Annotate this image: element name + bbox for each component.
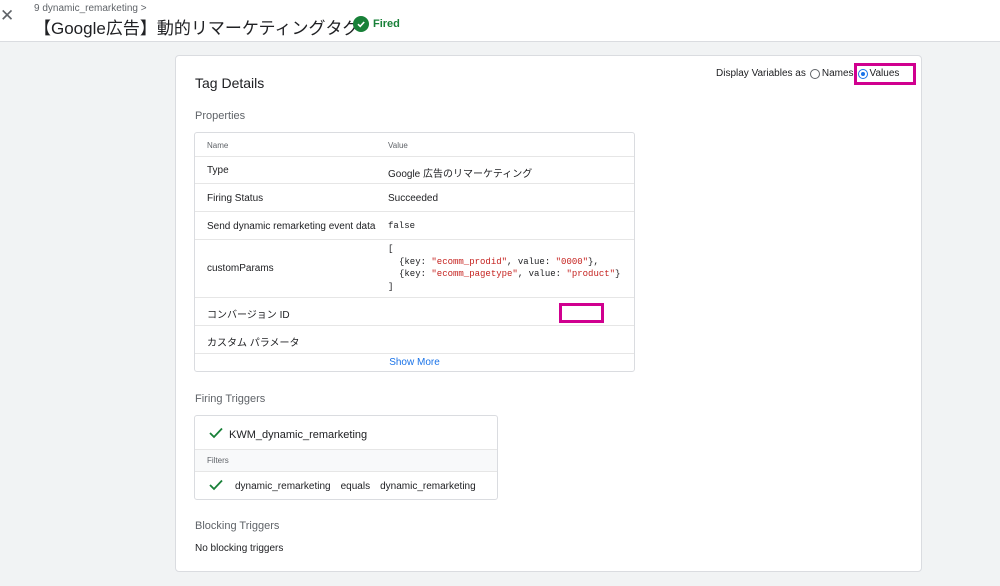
row-name: コンバージョン ID [207, 310, 290, 321]
code-close-bracket: ] [388, 282, 394, 292]
table-row: Type Google 広告のリマーケティング [195, 157, 634, 184]
code-open-bracket: [ [388, 244, 394, 254]
firing-triggers-card: KWM_dynamic_remarketing Filters dynamic_… [194, 415, 498, 500]
names-radio-label[interactable]: Names [822, 68, 854, 79]
breadcrumb[interactable]: 9 dynamic_remarketing > [34, 3, 147, 14]
filter-value: dynamic_remarketing [380, 481, 476, 492]
page-title: 【Google広告】動的リマーケティングタグ [34, 19, 360, 38]
prodid-value: "0000" [555, 257, 589, 267]
row-value: false [388, 221, 416, 231]
display-variables-label: Display Variables as [716, 68, 806, 79]
table-header: Name Value [195, 133, 634, 157]
trigger-row[interactable]: KWM_dynamic_remarketing [209, 426, 367, 444]
firing-triggers-section-label: Firing Triggers [195, 393, 266, 405]
filter-variable: dynamic_remarketing [235, 481, 331, 492]
row-name: カスタム パラメータ [207, 338, 300, 349]
column-header-name: Name [207, 141, 229, 150]
card-title: Tag Details [195, 75, 265, 91]
highlight-box-values [854, 63, 916, 85]
row-name: Firing Status [207, 193, 264, 204]
row-name: Send dynamic remarketing event data [207, 221, 376, 232]
filters-label: Filters [207, 456, 229, 465]
filters-header: Filters [195, 449, 497, 472]
status-badge: Fired [353, 16, 400, 32]
trigger-name: KWM_dynamic_remarketing [229, 429, 368, 441]
code-line-prodid: {key: "ecomm_prodid", value: "0000"}, [399, 257, 599, 267]
header: ✕ 9 dynamic_remarketing > 【Google広告】動的リマ… [0, 0, 1000, 42]
highlight-box-prodid [559, 303, 604, 323]
properties-section-label: Properties [195, 110, 246, 122]
blocking-triggers-section-label: Blocking Triggers [195, 520, 280, 532]
close-icon[interactable]: ✕ [0, 7, 14, 24]
show-more-link[interactable]: Show More [195, 357, 634, 368]
status-label: Fired [373, 18, 400, 30]
checkmark-icon [209, 479, 223, 494]
row-name: Type [207, 165, 229, 176]
checkmark-icon [209, 426, 223, 444]
code-line-pagetype: {key: "ecomm_pagetype", value: "product"… [399, 269, 621, 279]
table-row: Firing Status Succeeded [195, 184, 634, 212]
table-row: Send dynamic remarketing event data fals… [195, 212, 634, 240]
row-value: Succeeded [388, 193, 439, 204]
check-circle-icon [353, 16, 369, 32]
row-name: customParams [207, 263, 274, 274]
table-row: customParams [ {key: "ecomm_prodid", val… [195, 240, 634, 298]
properties-table: Name Value Type Google 広告のリマーケティング Firin… [194, 132, 635, 372]
filter-row: dynamic_remarketing equals dynamic_remar… [209, 479, 476, 494]
filter-operator: equals [340, 481, 371, 492]
no-blocking-triggers-text: No blocking triggers [195, 543, 284, 554]
column-header-value: Value [388, 141, 408, 150]
tag-details-card: Tag Details Display Variables as Names V… [175, 55, 922, 572]
table-row: カスタム パラメータ [195, 326, 634, 354]
row-value: Google 広告のリマーケティング [388, 169, 533, 180]
names-radio[interactable] [809, 68, 820, 79]
